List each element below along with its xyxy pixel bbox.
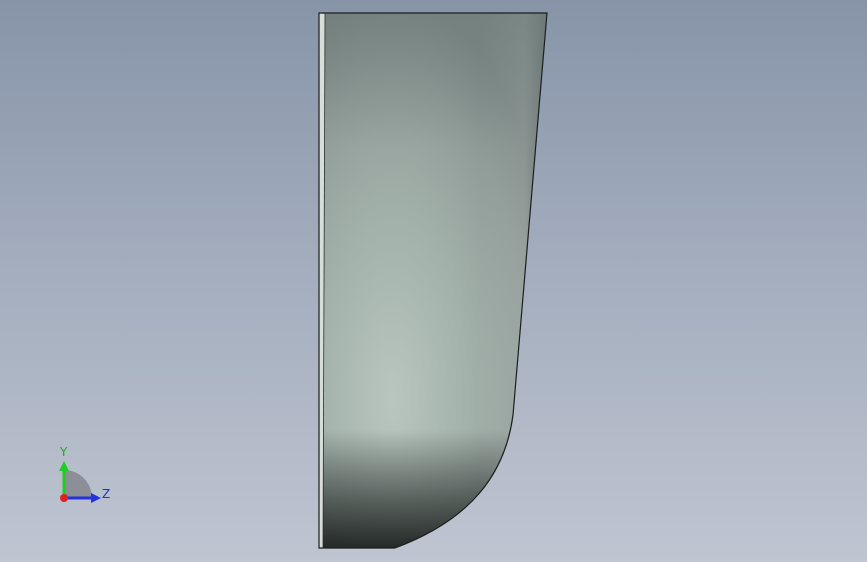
x-axis-dot <box>60 494 68 502</box>
y-axis-label: Y <box>59 445 68 459</box>
z-axis-label: Z <box>102 487 110 501</box>
triad-quadrant <box>64 470 92 498</box>
graphics-viewport[interactable]: Y Z <box>0 0 867 562</box>
z-axis-arrow <box>91 493 101 503</box>
model-view[interactable] <box>0 0 867 562</box>
part-face-top-shading <box>320 13 547 548</box>
orientation-triad[interactable]: Y Z <box>48 438 120 510</box>
y-axis-arrow <box>59 461 69 471</box>
